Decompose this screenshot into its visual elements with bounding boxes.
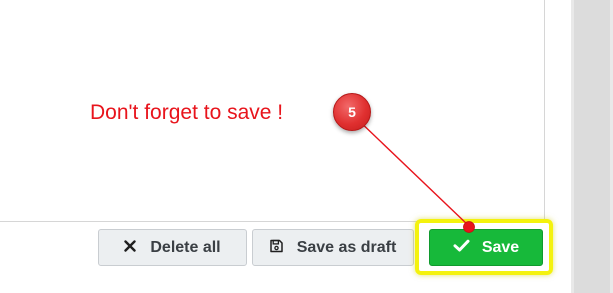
delete-all-button[interactable]: Delete all — [98, 229, 247, 266]
floppy-disk-icon — [269, 239, 283, 257]
step-number-badge: 5 — [333, 93, 371, 131]
vertical-scrollbar[interactable] — [571, 0, 613, 293]
checkmark-icon — [453, 239, 470, 256]
save-as-draft-button[interactable]: Save as draft — [252, 229, 414, 266]
delete-all-label: Delete all — [150, 238, 221, 256]
annotation-text: Don't forget to save ! — [90, 101, 284, 124]
page: Delete all Save as draft Save Don't forg… — [0, 0, 613, 293]
save-as-draft-label: Save as draft — [296, 238, 397, 256]
save-button[interactable]: Save — [429, 229, 543, 266]
close-icon — [124, 239, 137, 256]
save-label: Save — [481, 238, 520, 256]
step-number: 5 — [348, 104, 356, 120]
scrollbar-thumb[interactable] — [574, 0, 610, 293]
